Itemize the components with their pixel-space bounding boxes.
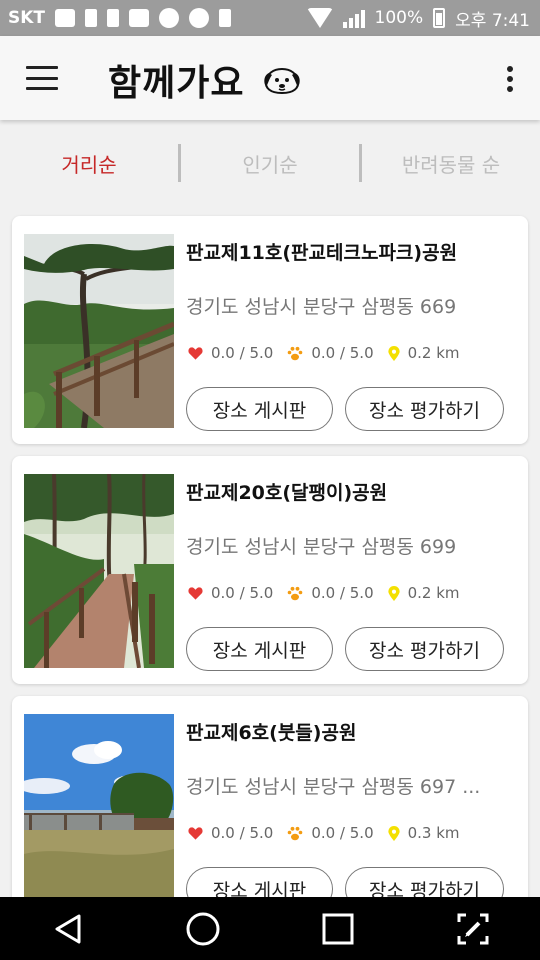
place-pet-rating: 0.0 / 5.0	[311, 824, 374, 842]
recents-button[interactable]	[308, 904, 368, 954]
place-rating: 0.0 / 5.0	[211, 584, 274, 602]
place-card[interactable]: 판교제6호(붓들)공원 경기도 성남시 분당구 삼평동 697 ... 0.0 …	[12, 696, 528, 924]
system-nav-bar	[0, 897, 540, 960]
place-name: 판교제6호(붓들)공원	[186, 722, 357, 744]
place-distance: 0.2 km	[407, 584, 460, 602]
wifi-icon	[306, 8, 333, 28]
heart-icon	[188, 827, 203, 840]
paw-icon	[288, 826, 303, 840]
place-photo	[24, 234, 174, 428]
place-photo	[24, 474, 174, 668]
chat-notification-icon	[55, 9, 76, 27]
sim-icon	[107, 9, 120, 27]
heart-icon	[188, 587, 203, 600]
tab-distance[interactable]: 거리순	[0, 149, 178, 178]
place-name: 판교제11호(판교테크노파크)공원	[186, 242, 458, 264]
place-distance: 0.2 km	[407, 344, 460, 362]
status-bar: SKT 100% 오후 7:41	[0, 0, 540, 36]
clock: 오후 7:41	[455, 10, 530, 31]
place-stats: 0.0 / 5.0 0.0 / 5.0 0.2 km	[188, 344, 474, 362]
storage-icon	[219, 9, 232, 27]
place-card[interactable]: 판교제11호(판교테크노파크)공원 경기도 성남시 분당구 삼평동 669 0.…	[12, 216, 528, 444]
place-rate-button[interactable]: 장소 평가하기	[345, 627, 504, 671]
sort-tabs: 거리순 인기순 반려동물 순	[0, 120, 540, 206]
app-notification-icon	[189, 8, 210, 28]
place-stats: 0.0 / 5.0 0.0 / 5.0 0.2 km	[188, 584, 474, 602]
back-icon	[55, 914, 80, 943]
home-icon	[186, 912, 219, 945]
place-pet-rating: 0.0 / 5.0	[311, 344, 374, 362]
place-address: 경기도 성남시 분당구 삼평동 669	[186, 296, 457, 318]
place-stats: 0.0 / 5.0 0.0 / 5.0 0.3 km	[188, 824, 474, 842]
location-pin-icon	[388, 825, 400, 841]
paw-icon	[288, 586, 303, 600]
app-title: 함께가요	[108, 63, 245, 104]
menu-icon[interactable]	[26, 66, 58, 90]
place-distance: 0.3 km	[407, 824, 460, 842]
circle-notification-icon	[159, 8, 180, 28]
place-board-button[interactable]: 장소 게시판	[186, 387, 333, 431]
dog-logo-icon	[264, 67, 300, 95]
place-list: 판교제11호(판교테크노파크)공원 경기도 성남시 분당구 삼평동 669 0.…	[12, 216, 528, 936]
carrier-label: SKT	[8, 8, 46, 28]
place-photo	[24, 714, 174, 908]
app-bar: 함께가요	[0, 36, 540, 120]
place-address: 경기도 성남시 분당구 삼평동 699	[186, 536, 457, 558]
battery-percent: 100%	[374, 8, 424, 28]
tab-pet[interactable]: 반려동물 순	[362, 149, 540, 178]
tab-popularity[interactable]: 인기순	[181, 149, 359, 178]
home-button[interactable]	[173, 904, 233, 954]
location-pin-icon	[388, 345, 400, 361]
place-pet-rating: 0.0 / 5.0	[311, 584, 374, 602]
back-button[interactable]	[38, 904, 98, 954]
paw-icon	[288, 346, 303, 360]
place-card[interactable]: 판교제20호(달팽이)공원 경기도 성남시 분당구 삼평동 699 0.0 / …	[12, 456, 528, 684]
battery-icon	[433, 8, 446, 28]
place-board-button[interactable]: 장소 게시판	[186, 627, 333, 671]
usb-icon	[85, 9, 98, 27]
signal-icon	[342, 8, 365, 28]
place-address: 경기도 성남시 분당구 삼평동 697 ...	[186, 776, 481, 798]
screenshot-edit-icon	[457, 913, 488, 944]
gallery-notification-icon	[129, 9, 150, 27]
recents-icon	[322, 913, 353, 944]
location-pin-icon	[388, 585, 400, 601]
screenshot-edit-button[interactable]	[443, 904, 503, 954]
heart-icon	[188, 347, 203, 360]
place-rating: 0.0 / 5.0	[211, 824, 274, 842]
place-rate-button[interactable]: 장소 평가하기	[345, 387, 504, 431]
place-rating: 0.0 / 5.0	[211, 344, 274, 362]
more-vert-icon[interactable]	[506, 66, 514, 92]
place-name: 판교제20호(달팽이)공원	[186, 482, 388, 504]
